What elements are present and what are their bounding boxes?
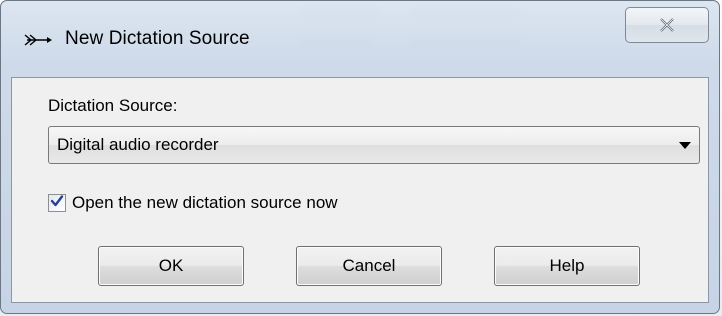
help-button[interactable]: Help [494,246,640,286]
dictation-source-icon [23,29,55,51]
close-icon [659,18,675,32]
dictation-source-value: Digital audio recorder [57,135,219,154]
checkmark-icon [50,194,64,213]
ok-button[interactable]: OK [98,246,244,286]
dialog-window: New Dictation Source Dictation Source: D… [0,0,720,314]
dictation-source-label: Dictation Source: [48,96,178,115]
open-now-checkbox-row[interactable]: Open the new dictation source now [48,192,338,214]
cancel-button[interactable]: Cancel [296,246,442,286]
dialog-body: Dictation Source: Digital audio recorder… [11,77,709,303]
dialog-title: New Dictation Source [65,28,250,49]
open-now-checkbox[interactable] [48,194,66,212]
open-now-label: Open the new dictation source now [72,193,338,212]
close-button[interactable] [625,7,709,43]
dictation-source-dropdown[interactable]: Digital audio recorder [48,126,700,164]
title-bar[interactable]: New Dictation Source [1,1,719,77]
chevron-down-icon [679,142,691,149]
